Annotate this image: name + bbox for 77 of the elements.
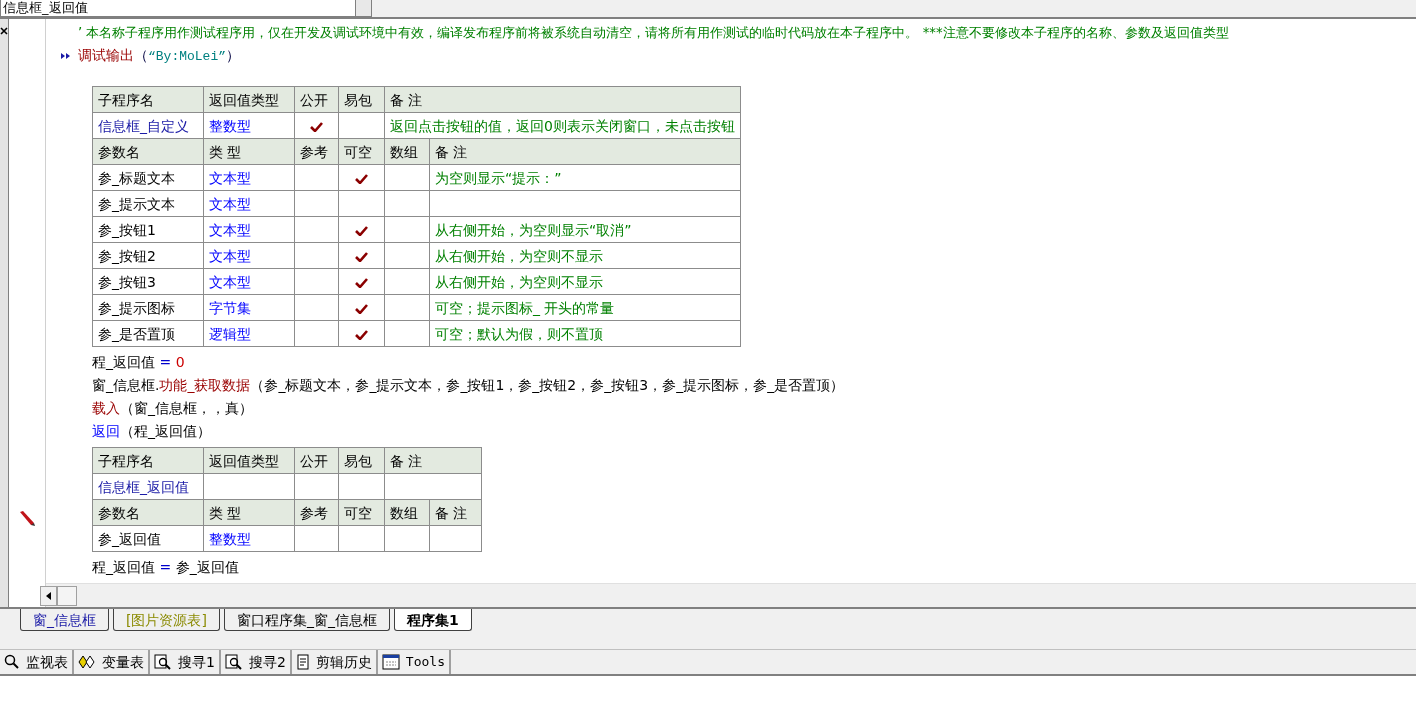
column-header: 参数名 bbox=[92, 499, 204, 526]
table-cell: 文本型 bbox=[203, 268, 295, 295]
table-cell: 整数型 bbox=[203, 112, 295, 139]
document-search-icon bbox=[224, 654, 243, 670]
code-line: 调试输出（“By:MoLei”） bbox=[78, 46, 240, 66]
file-tab[interactable]: 窗_信息框 bbox=[20, 609, 109, 631]
table-cell: 可空；默认为假，则不置顶 bbox=[429, 320, 741, 347]
window-icon bbox=[381, 654, 400, 670]
scrollbar-thumb[interactable] bbox=[57, 585, 77, 606]
column-header: 子程序名 bbox=[92, 447, 204, 474]
double-arrow-icon bbox=[60, 51, 72, 60]
check-icon bbox=[355, 277, 368, 288]
table-cell: 参_按钮2 bbox=[92, 242, 204, 269]
column-header: 子程序名 bbox=[92, 86, 204, 113]
table-cell: 整数型 bbox=[203, 525, 295, 552]
panel-button[interactable]: 变量表 bbox=[74, 650, 150, 674]
panel-button[interactable]: 剪辑历史 bbox=[291, 650, 378, 674]
close-icon[interactable] bbox=[0, 27, 8, 35]
code-line: 载入（窗_信息框，，真） bbox=[92, 399, 254, 418]
column-header: 备 注 bbox=[384, 86, 741, 113]
code-line: 窗_信息框.功能_获取数据（参_标题文本，参_提示文本，参_按钮1，参_按钮2，参_按钮3，参_提示图标，参_是否置顶） bbox=[92, 376, 846, 395]
comment-line: ’ 本名称子程序用作测试程序用，仅在开发及调试环境中有效，编译发布程序前将被系统自动清空，请将所有用作测试的临时代码放在本子程序中。 ***注意不要修改本子程序的名称、参数及返回值类型 bbox=[77, 24, 1230, 42]
code-line: 程_返回值 = 参_返回值 bbox=[92, 558, 240, 577]
table-cell: 参_标题文本 bbox=[92, 164, 204, 191]
column-header: 公开 bbox=[294, 447, 339, 474]
panel-button[interactable]: Tools bbox=[377, 650, 451, 674]
check-icon bbox=[355, 225, 368, 236]
table-cell: 字节集 bbox=[203, 294, 295, 321]
column-header: 类 型 bbox=[203, 499, 295, 526]
column-header: 易包 bbox=[338, 86, 385, 113]
code-line: 返回（程_返回值） bbox=[92, 422, 212, 441]
table-cell: 参_返回值 bbox=[92, 525, 204, 552]
table-cell: 文本型 bbox=[203, 164, 295, 191]
file-tab[interactable]: 窗口程序集_窗_信息框 bbox=[223, 609, 390, 631]
table-cell: 从右侧开始，为空则不显示 bbox=[429, 242, 741, 269]
table-cell: 可空；提示图标_ 开头的常量 bbox=[429, 294, 741, 321]
table-cell: 从右侧开始，为空则不显示 bbox=[429, 268, 741, 295]
table-cell: 从右侧开始，为空则显示“取消” bbox=[429, 216, 741, 243]
search-icon bbox=[4, 654, 20, 670]
table-cell: 参_提示图标 bbox=[92, 294, 204, 321]
column-header: 参数名 bbox=[92, 138, 204, 165]
panel-button[interactable]: 搜寻2 bbox=[220, 650, 292, 674]
table-cell: 参_是否置顶 bbox=[92, 320, 204, 347]
table-cell: 文本型 bbox=[203, 216, 295, 243]
file-tab[interactable]: 程序集1 bbox=[393, 609, 472, 631]
check-icon bbox=[355, 251, 368, 262]
left-arrow-icon bbox=[46, 591, 51, 600]
column-header: 易包 bbox=[338, 447, 385, 474]
table-cell: 为空则显示“提示：” bbox=[429, 164, 741, 191]
scroll-left-button[interactable] bbox=[40, 585, 57, 606]
code-line: 程_返回值 = 0 bbox=[92, 353, 186, 372]
table-cell: 信息框_自定义 bbox=[92, 112, 204, 139]
table-cell: 逻辑型 bbox=[203, 320, 295, 347]
document-search-icon bbox=[154, 654, 172, 670]
table-cell: 返回点击按钮的值，返回0则表示关闭窗口，未点击按钮 bbox=[384, 112, 741, 139]
table-cell: 参_按钮3 bbox=[92, 268, 204, 295]
column-header: 备 注 bbox=[384, 447, 482, 474]
document-icon bbox=[295, 654, 310, 670]
pencil-icon bbox=[18, 509, 36, 527]
panel-button[interactable]: 监视表 bbox=[0, 650, 74, 674]
table-cell: 参_提示文本 bbox=[92, 190, 204, 217]
check-icon bbox=[355, 303, 368, 314]
column-header: 返回值类型 bbox=[203, 447, 295, 474]
check-icon bbox=[310, 121, 323, 132]
column-header: 类 型 bbox=[203, 138, 295, 165]
table-cell: 文本型 bbox=[203, 242, 295, 269]
column-header: 公开 bbox=[294, 86, 339, 113]
table-cell: 文本型 bbox=[203, 190, 295, 217]
table-cell: 参_按钮1 bbox=[92, 216, 204, 243]
diamonds-icon bbox=[78, 655, 96, 669]
check-icon bbox=[355, 329, 368, 340]
check-icon bbox=[355, 173, 368, 184]
column-header: 返回值类型 bbox=[203, 86, 295, 113]
subroutine-selector[interactable]: 信息框_返回值 bbox=[0, 0, 372, 17]
table-cell: 信息框_返回值 bbox=[92, 473, 204, 500]
column-header: 备 注 bbox=[429, 138, 741, 165]
panel-button[interactable]: 搜寻1 bbox=[150, 650, 221, 674]
